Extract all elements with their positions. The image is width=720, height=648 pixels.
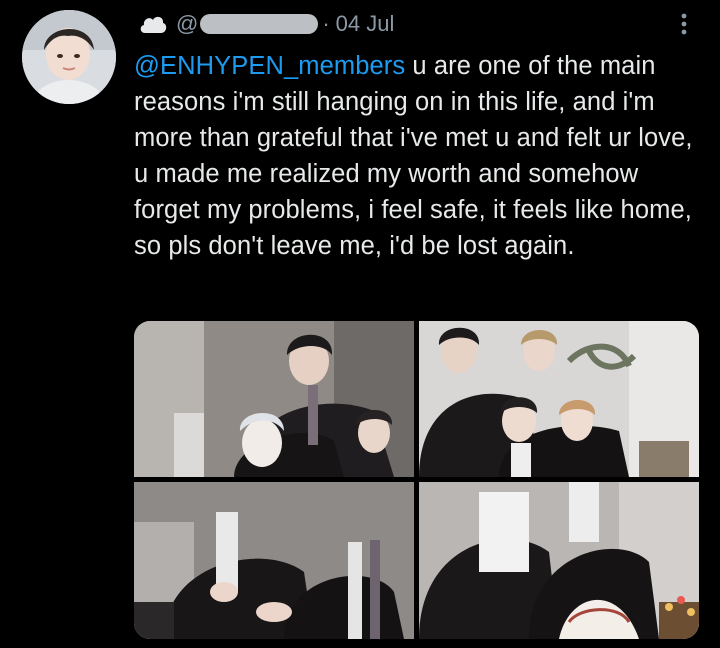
photo-2[interactable] [419, 321, 699, 477]
tweet-body: u are one of the main reasons i'm still … [134, 52, 700, 260]
cloud-icon [138, 13, 168, 35]
redacted-username [200, 14, 319, 34]
mention-link[interactable]: @ENHYPEN_members [134, 52, 405, 80]
photo-1[interactable] [134, 321, 414, 477]
more-vertical-icon[interactable] [674, 10, 694, 38]
media-grid [134, 321, 699, 639]
photo-3[interactable] [134, 482, 414, 639]
separator-dot: · [322, 11, 330, 36]
tweet-header: @ · 04 Jul [138, 8, 394, 40]
tweet-date[interactable]: 04 Jul [336, 11, 395, 37]
username-handle[interactable]: @ [176, 11, 198, 37]
tweet-text: @ENHYPEN_members u are one of the main r… [134, 48, 706, 264]
photo-4[interactable] [419, 482, 699, 639]
tweet-card[interactable]: @ · 04 Jul @ENHYPEN_members u are one of… [0, 0, 720, 648]
avatar[interactable] [22, 10, 116, 104]
